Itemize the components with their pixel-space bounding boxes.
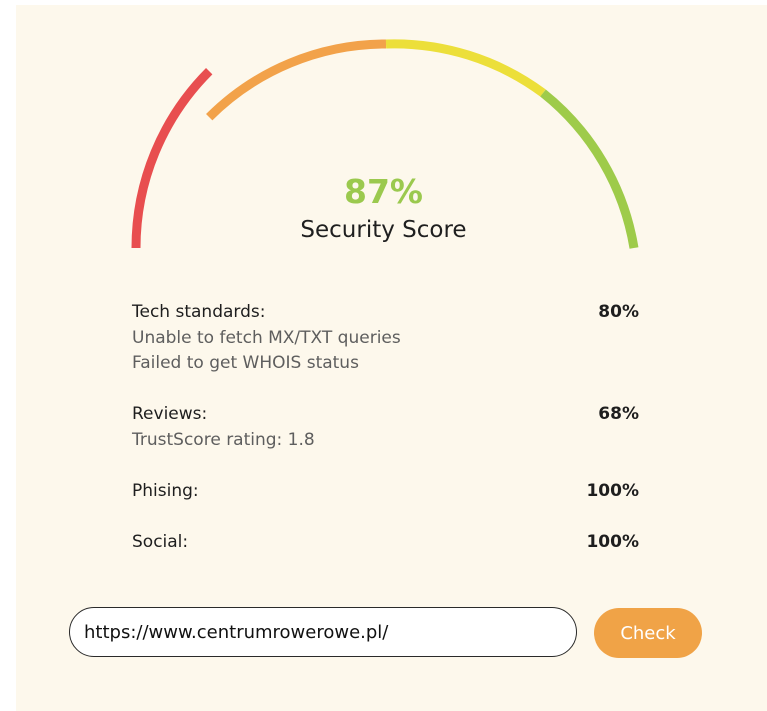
metric-percent-reviews: 68% — [598, 404, 639, 424]
metric-title-phising: Phising: — [132, 481, 199, 501]
metric-percent-tech-standards: 80% — [598, 302, 639, 322]
score-value: 87% — [344, 172, 423, 211]
metric-title-social: Social: — [132, 532, 189, 552]
check-button[interactable]: Check — [594, 608, 702, 658]
metric-detail: TrustScore rating: 1.8 — [132, 430, 315, 450]
metric-detail: Unable to fetch MX/TXT queries — [132, 328, 401, 348]
metric-title-reviews: Reviews: — [132, 404, 208, 424]
gauge-segment-orange — [206, 39, 387, 121]
url-input[interactable] — [69, 607, 577, 657]
score-label: Security Score — [300, 217, 467, 243]
gauge-segment-yellow — [385, 39, 546, 97]
metric-detail: Failed to get WHOIS status — [132, 353, 359, 373]
metric-title-tech-standards: Tech standards: — [132, 302, 266, 322]
metric-percent-social: 100% — [586, 532, 639, 552]
metric-percent-phising: 100% — [586, 481, 639, 501]
